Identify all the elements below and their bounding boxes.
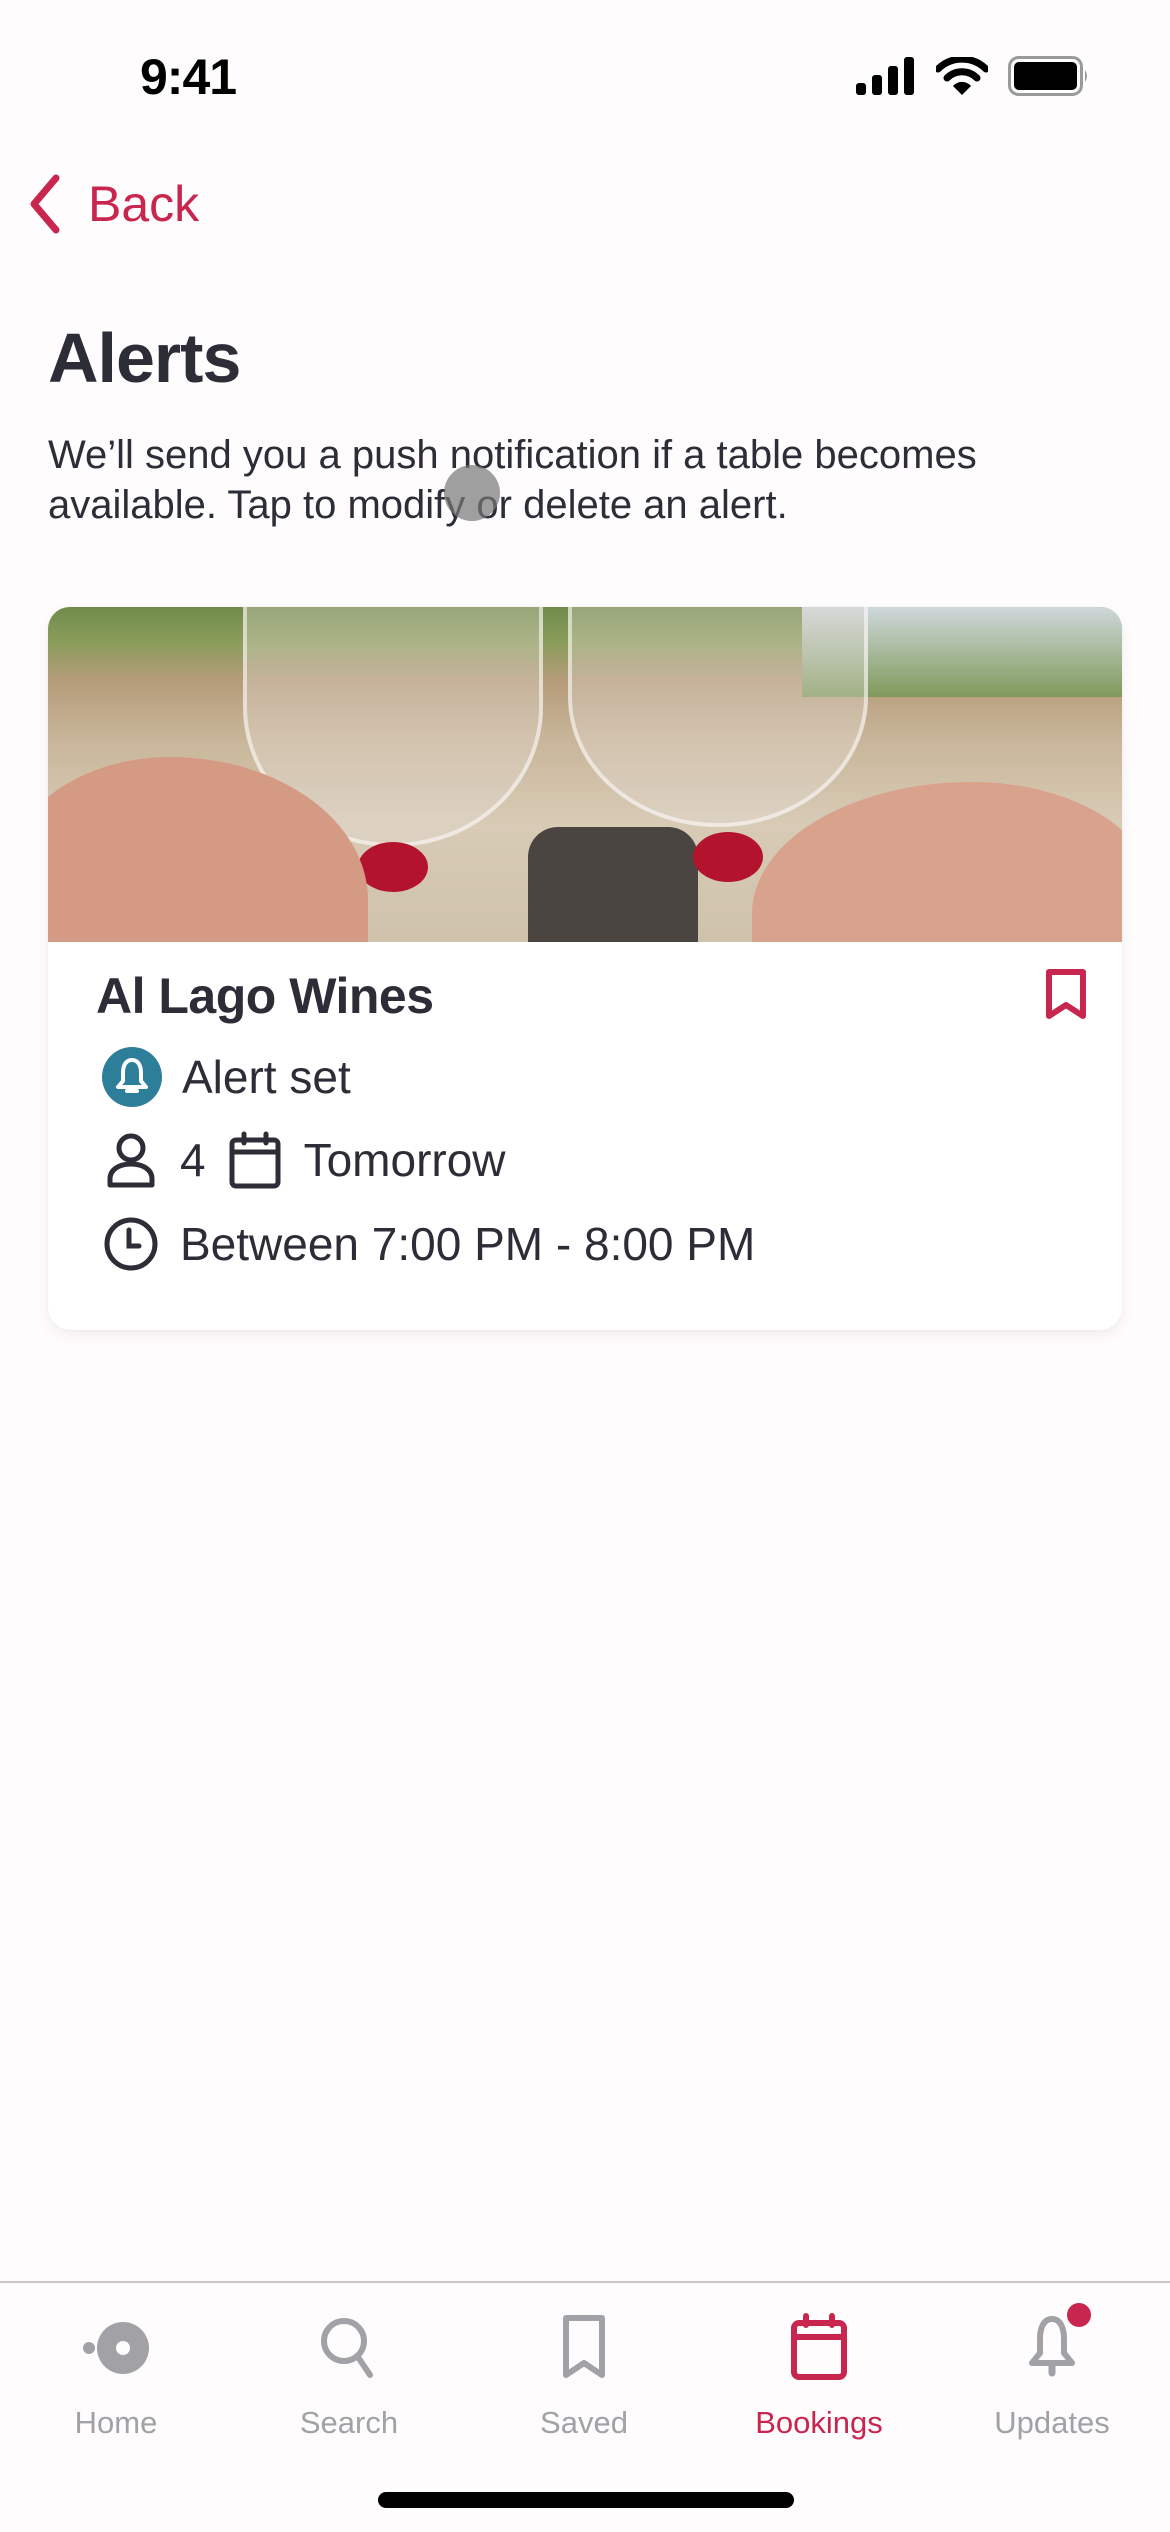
wifi-icon <box>936 57 988 95</box>
reservation-date: Tomorrow <box>303 1134 506 1186</box>
back-label: Back <box>88 176 200 232</box>
tab-bookings[interactable]: Bookings <box>719 2283 919 2453</box>
clock-icon <box>104 1217 158 1271</box>
notification-dot <box>1067 2303 1091 2327</box>
bookmark-icon <box>563 2315 605 2378</box>
calendar-icon <box>229 1131 281 1189</box>
tab-search[interactable]: Search <box>249 2283 449 2453</box>
calendar-icon <box>791 2313 847 2380</box>
chevron-left-icon <box>30 174 60 234</box>
status-time: 9:41 <box>140 49 237 105</box>
time-window: Between 7:00 PM - 8:00 PM <box>180 1218 756 1270</box>
alert-status: Alert set <box>182 1051 351 1103</box>
tab-home[interactable]: Home <box>16 2283 216 2453</box>
bell-icon-wrap <box>1017 2303 1091 2383</box>
home-icon <box>83 2322 149 2374</box>
tab-saved[interactable]: Saved <box>484 2283 684 2453</box>
back-button[interactable]: Back <box>24 172 199 236</box>
person-icon <box>107 1133 155 1188</box>
cellular-signal-icon <box>856 57 914 95</box>
restaurant-image <box>48 607 1122 942</box>
page-title: Alerts <box>48 319 241 397</box>
alert-card[interactable]: Al Lago Wines Alert set 4 Tomorrow Betwe… <box>48 607 1122 1330</box>
touch-indicator <box>444 465 500 521</box>
page-description: We’ll send you a push notification if a … <box>48 433 977 527</box>
tab-label: Bookings <box>755 2405 883 2440</box>
bookmark-icon[interactable] <box>1044 967 1088 1021</box>
tab-label: Saved <box>540 2405 628 2440</box>
party-size: 4 <box>180 1134 206 1186</box>
tab-updates[interactable]: Updates <box>952 2283 1152 2453</box>
alert-status-row: Alert set <box>102 1047 351 1107</box>
time-row: Between 7:00 PM - 8:00 PM <box>102 1215 755 1273</box>
search-icon <box>321 2318 373 2378</box>
alert-bell-badge <box>102 1047 162 1107</box>
bell-icon <box>116 1058 148 1093</box>
tab-label: Home <box>74 2405 158 2440</box>
restaurant-name: Al Lago Wines <box>96 968 434 1024</box>
home-indicator <box>378 2492 794 2508</box>
tab-label: Updates <box>994 2405 1110 2440</box>
party-date-row: 4 Tomorrow <box>102 1131 506 1189</box>
battery-icon <box>1008 56 1087 96</box>
status-icons <box>856 56 1090 96</box>
tab-label: Search <box>299 2405 399 2440</box>
